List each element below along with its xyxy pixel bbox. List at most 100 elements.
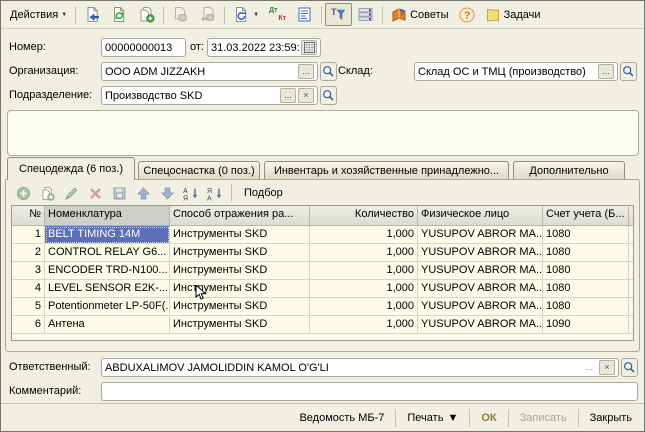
cell-nomenclature[interactable]: LEVEL SENSOR E2K-... — [45, 280, 170, 298]
column-header-filler — [629, 206, 634, 226]
column-header[interactable]: Счет учета (Б... — [543, 206, 629, 226]
sort-ascending-button[interactable]: АЯ — [180, 183, 202, 203]
cell-qty[interactable]: 1,000 — [310, 262, 418, 280]
refresh-button[interactable] — [106, 3, 133, 26]
ok-button[interactable]: ОК — [473, 409, 504, 427]
responsible-lookup-button[interactable] — [621, 358, 638, 377]
tab-inventar[interactable]: Инвентарь и хозяйственные принадлежно... — [264, 161, 509, 179]
warehouse-input[interactable]: Склад ОС и ТМЦ (производство) ... — [414, 62, 618, 81]
column-header[interactable]: № — [12, 206, 45, 226]
cell-person[interactable]: YUSUPOV ABROR MA... — [418, 298, 543, 316]
edit-row-button[interactable] — [60, 183, 82, 203]
list-settings-button[interactable] — [352, 3, 379, 26]
close-button[interactable]: Закрыть — [582, 409, 640, 427]
cell-qty[interactable]: 1,000 — [310, 316, 418, 334]
cell-person[interactable]: YUSUPOV ABROR MA... — [418, 226, 543, 244]
cell-nomenclature[interactable]: ENCODER TRD-N100... — [45, 262, 170, 280]
ellipsis-button[interactable]: ... — [598, 64, 614, 79]
column-header[interactable]: Физическое лицо — [418, 206, 543, 226]
tasks-button[interactable]: Задачи — [480, 4, 546, 26]
svg-text:?: ? — [400, 8, 405, 17]
actions-menu-button[interactable]: Действия ▼ — [5, 6, 72, 24]
cell-n[interactable]: 5 — [12, 298, 45, 316]
column-header[interactable]: Количество — [310, 206, 418, 226]
column-header[interactable]: Номенклатура — [45, 206, 170, 226]
calendar-button[interactable] — [301, 40, 317, 55]
cell-method[interactable]: Инструменты SKD — [170, 298, 310, 316]
advice-button[interactable]: ? Советы — [386, 4, 453, 26]
cell-nomenclature[interactable]: Potentionmeter LP-50F(... — [45, 298, 170, 316]
responsible-input[interactable]: ABDUXALIMOV JAMOLIDDIN KAMOL O'G'LI ... … — [101, 358, 619, 377]
cell-person[interactable]: YUSUPOV ABROR MA... — [418, 280, 543, 298]
ellipsis-button[interactable]: ... — [280, 88, 296, 103]
cell-n[interactable]: 6 — [12, 316, 45, 334]
vedomost-mb7-button[interactable]: Ведомость МБ-7 — [291, 409, 392, 427]
tab-specodezhda[interactable]: Спецодежда (6 поз.) — [7, 157, 135, 180]
save-document-button[interactable] — [79, 3, 106, 26]
cell-account[interactable]: 1080 — [543, 280, 629, 298]
podbor-button[interactable]: Подбор — [237, 183, 290, 203]
copy-row-button[interactable] — [36, 183, 58, 203]
cell-qty[interactable]: 1,000 — [310, 298, 418, 316]
filter-button[interactable]: Т — [325, 3, 352, 26]
print-button[interactable]: Печать▼ — [399, 409, 466, 427]
cell-n[interactable]: 4 — [12, 280, 45, 298]
cell-qty[interactable]: 1,000 — [310, 280, 418, 298]
post-document-button[interactable] — [167, 3, 194, 26]
column-header[interactable]: Способ отражения ра... — [170, 206, 310, 226]
delete-row-button[interactable] — [84, 183, 106, 203]
move-row-down-button[interactable] — [156, 183, 178, 203]
copy-document-button[interactable] — [133, 3, 160, 26]
cell-person[interactable]: YUSUPOV ABROR MA... — [418, 262, 543, 280]
dtkt-icon: ДтКт — [269, 6, 286, 23]
clear-button[interactable]: × — [599, 360, 615, 375]
add-row-button[interactable] — [12, 183, 34, 203]
tab-specosnastka[interactable]: Спецоснастка (0 поз.) — [138, 161, 260, 179]
cell-method[interactable]: Инструменты SKD — [170, 280, 310, 298]
cell-person[interactable]: YUSUPOV ABROR MA... — [418, 316, 543, 334]
unpost-document-button[interactable] — [194, 3, 221, 26]
help-button[interactable]: ? — [454, 4, 480, 26]
end-edit-button[interactable] — [108, 183, 130, 203]
cell-n[interactable]: 2 — [12, 244, 45, 262]
cell-method[interactable]: Инструменты SKD — [170, 226, 310, 244]
related-documents-button[interactable]: ▼ — [228, 3, 264, 26]
cell-method[interactable]: Инструменты SKD — [170, 316, 310, 334]
warehouse-lookup-button[interactable] — [620, 62, 637, 81]
organization-input[interactable]: OOO ADM JIZZAKH ... — [101, 62, 318, 81]
tab-dopolnitelno[interactable]: Дополнительно — [513, 161, 625, 179]
date-input[interactable]: 31.03.2022 23:59:00 — [207, 38, 321, 57]
move-row-up-button[interactable] — [132, 183, 154, 203]
cell-account[interactable]: 1080 — [543, 226, 629, 244]
dtkt-postings-button[interactable]: ДтКт — [264, 3, 291, 26]
header-info-area[interactable] — [7, 110, 639, 156]
cell-method[interactable]: Инструменты SKD — [170, 244, 310, 262]
cell-account[interactable]: 1080 — [543, 244, 629, 262]
toolbar-separator — [231, 184, 232, 202]
cell-qty[interactable]: 1,000 — [310, 226, 418, 244]
cell-account[interactable]: 1090 — [543, 316, 629, 334]
clear-button[interactable]: × — [298, 88, 314, 103]
cell-person[interactable]: YUSUPOV ABROR MA... — [418, 244, 543, 262]
number-input[interactable]: 00000000013 — [101, 38, 186, 57]
organization-lookup-button[interactable] — [320, 62, 337, 81]
ellipsis-button[interactable]: ... — [581, 360, 597, 375]
cell-nomenclature[interactable]: Антена — [45, 316, 170, 334]
document-movements-button[interactable] — [291, 3, 318, 26]
organization-label: Организация: — [9, 65, 78, 77]
cell-method[interactable]: Инструменты SKD — [170, 262, 310, 280]
cell-account[interactable]: 1080 — [543, 262, 629, 280]
svg-text:Я: Я — [183, 195, 188, 201]
sort-descending-button[interactable]: ЯА — [204, 183, 226, 203]
cell-nomenclature[interactable]: BELT TIMING 14M — [45, 226, 170, 244]
cell-n[interactable]: 1 — [12, 226, 45, 244]
ellipsis-button[interactable]: ... — [298, 64, 314, 79]
cell-account[interactable]: 1080 — [543, 298, 629, 316]
cell-nomenclature[interactable]: CONTROL RELAY G6... — [45, 244, 170, 262]
write-button[interactable]: Записать — [512, 409, 575, 427]
department-lookup-button[interactable] — [320, 86, 337, 105]
comment-input[interactable] — [101, 382, 638, 401]
cell-n[interactable]: 3 — [12, 262, 45, 280]
department-input[interactable]: Производство SKD ... × — [101, 86, 318, 105]
cell-qty[interactable]: 1,000 — [310, 244, 418, 262]
